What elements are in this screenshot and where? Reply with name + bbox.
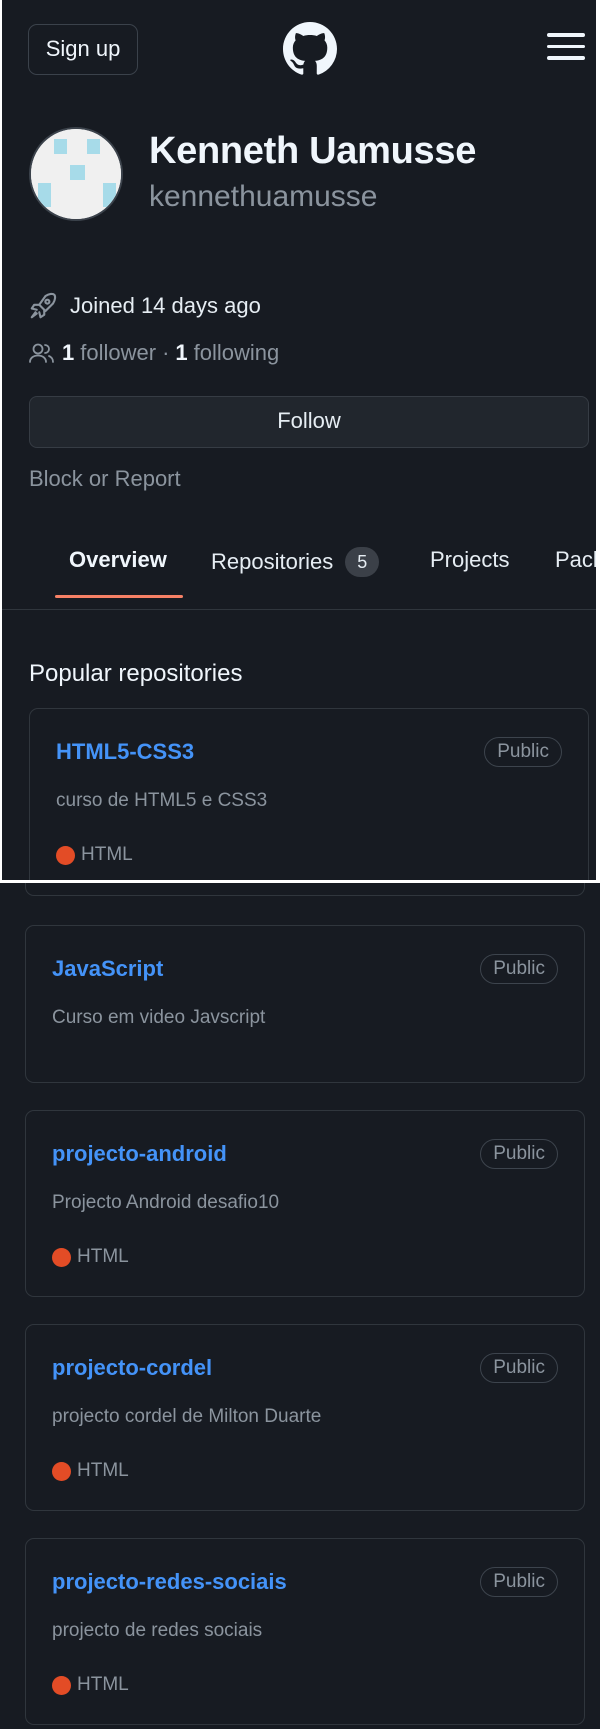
joined-info: Joined 14 days ago <box>28 291 261 321</box>
follow-button[interactable]: Follow <box>29 396 589 448</box>
page: Sign up Kenneth Uamusse kennethuamusse J… <box>0 0 600 1729</box>
repo-description: Projecto Android desafio10 <box>52 1192 280 1213</box>
repo-language-label: HTML <box>77 1460 129 1481</box>
repo-name-link[interactable]: projecto-redes-sociais <box>52 1569 287 1595</box>
tab-projects-label: Projects <box>430 547 510 572</box>
repo-language: HTML <box>52 1674 129 1696</box>
sign-up-button[interactable]: Sign up <box>28 24 138 75</box>
tab-packages-label: Pack <box>555 547 598 572</box>
followers-count[interactable]: 1 <box>62 340 74 366</box>
repo-card: JavaScript Public Curso em video Javscri… <box>25 925 585 1083</box>
rocket-icon <box>30 292 57 319</box>
language-color-dot <box>56 845 75 865</box>
bottom-screenshot: JavaScript Public Curso em video Javscri… <box>0 883 600 1729</box>
active-tab-indicator <box>55 595 183 598</box>
repositories-count-badge: 5 <box>345 547 380 577</box>
tab-repositories-label: Repositories <box>211 549 334 574</box>
visibility-badge: Public <box>480 1139 558 1169</box>
repo-card: projecto-cordel Public projecto cordel d… <box>25 1324 585 1511</box>
repo-language-label: HTML <box>77 1674 129 1695</box>
identicon-icon <box>31 129 121 219</box>
site-header: Sign up <box>2 0 598 100</box>
visibility-badge: Public <box>480 1567 558 1597</box>
repo-language-label: HTML <box>77 1246 129 1267</box>
repo-language-label: HTML <box>81 844 133 865</box>
joined-text: Joined 14 days ago <box>70 293 261 318</box>
tab-repositories[interactable]: Repositories 5 <box>211 547 380 577</box>
repo-card: projecto-android Public Projecto Android… <box>25 1110 585 1297</box>
visibility-badge: Public <box>480 954 558 984</box>
repo-language: HTML <box>56 844 133 866</box>
repo-language: HTML <box>52 1460 129 1482</box>
repo-language: HTML <box>52 1246 129 1268</box>
top-screenshot: Sign up Kenneth Uamusse kennethuamusse J… <box>2 0 598 880</box>
language-color-dot <box>52 1675 71 1695</box>
repo-name-link[interactable]: JavaScript <box>52 956 163 982</box>
following-count[interactable]: 1 <box>175 340 187 366</box>
popular-repositories-title: Popular repositories <box>29 660 243 687</box>
repo-description: projecto cordel de Milton Duarte <box>52 1406 322 1427</box>
repo-description: projecto de redes sociais <box>52 1620 263 1641</box>
profile-tabs: Overview Repositories 5 Projects Pack <box>2 524 598 610</box>
visibility-badge: Public <box>480 1353 558 1383</box>
language-color-dot <box>52 1247 71 1267</box>
github-logo-icon[interactable] <box>283 22 337 76</box>
follow-stats: 1 follower · 1 following <box>28 340 279 366</box>
repo-description: Curso em video Javscript <box>52 1007 266 1028</box>
hamburger-menu-icon[interactable] <box>547 33 585 63</box>
repo-card: projecto-redes-sociais Public projecto d… <box>25 1538 585 1725</box>
repo-description: curso de HTML5 e CSS3 <box>56 790 268 811</box>
people-icon <box>29 343 54 363</box>
tab-overview-label: Overview <box>69 547 167 572</box>
avatar[interactable] <box>29 127 123 221</box>
following-label[interactable]: following <box>194 340 280 366</box>
repo-name-link[interactable]: HTML5-CSS3 <box>56 739 194 765</box>
block-or-report-link[interactable]: Block or Report <box>29 466 181 492</box>
tab-packages[interactable]: Pack <box>555 547 598 573</box>
repo-card-tail <box>25 883 585 896</box>
tab-overview[interactable]: Overview <box>69 547 167 573</box>
repo-name-link[interactable]: projecto-cordel <box>52 1355 212 1381</box>
profile-name: Kenneth Uamusse <box>149 130 477 172</box>
tab-projects[interactable]: Projects <box>430 547 509 573</box>
profile-username: kennethuamusse <box>149 180 378 213</box>
separator-dot: · <box>162 340 170 365</box>
visibility-badge: Public <box>484 737 562 767</box>
language-color-dot <box>52 1461 71 1481</box>
repo-card: HTML5-CSS3 Public curso de HTML5 e CSS3 … <box>29 708 589 880</box>
followers-label[interactable]: follower <box>80 340 156 366</box>
repo-name-link[interactable]: projecto-android <box>52 1141 227 1167</box>
